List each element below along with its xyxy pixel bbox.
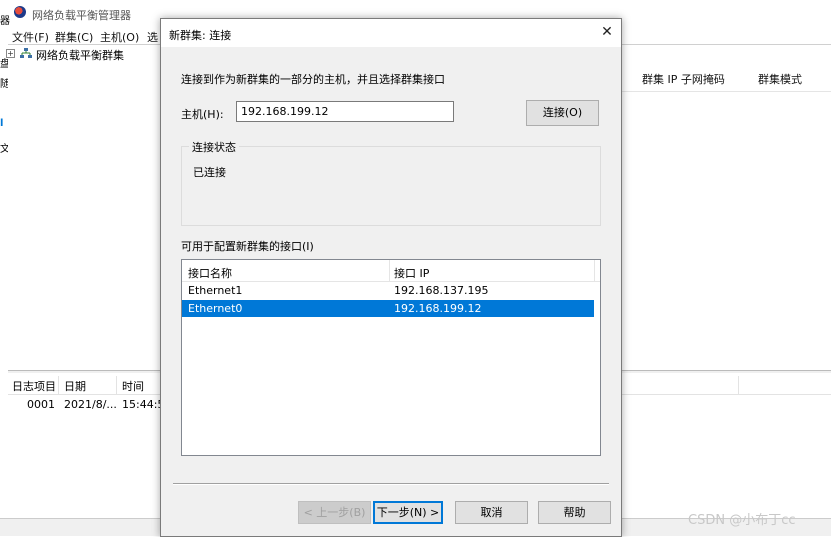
interface-row-ethernet0[interactable]: Ethernet0 192.168.199.12 — [182, 300, 594, 317]
menu-options[interactable]: 选 — [147, 29, 158, 45]
tree-root-label[interactable]: 网络负载平衡群集 — [36, 47, 124, 63]
cluster-details-pane — [620, 44, 831, 371]
help-button[interactable]: 帮助 — [538, 501, 611, 524]
left-edge-glyph: 器 — [0, 16, 10, 27]
new-cluster-connect-dialog: 新群集: 连接 ✕ 连接到作为新群集的一部分的主机，并且选择群集接口 主机(H)… — [160, 18, 622, 537]
interfaces-label: 可用于配置新群集的接口(I) — [181, 240, 314, 253]
log-col-entry[interactable]: 日志项目 — [12, 378, 56, 394]
dialog-title: 新群集: 连接 — [169, 29, 232, 42]
dialog-titlebar: 新群集: 连接 ✕ — [161, 19, 621, 47]
column-separator[interactable] — [389, 260, 390, 281]
next-button[interactable]: 下一步(N) > — [373, 501, 443, 524]
log-row-id[interactable]: 0001 — [27, 398, 55, 411]
host-label: 主机(H): — [181, 108, 224, 121]
col-cluster-subnet[interactable]: 群集 IP 子网掩码 — [642, 71, 725, 87]
cancel-button[interactable]: 取消 — [455, 501, 528, 524]
interfaces-header: 接口名称 接口 IP — [182, 260, 600, 282]
col-interface-ip[interactable]: 接口 IP — [394, 265, 429, 281]
dialog-button-separator — [173, 483, 609, 485]
dialog-instruction: 连接到作为新群集的一部分的主机，并且选择群集接口 — [181, 73, 445, 86]
tree-expand-icon[interactable]: + — [6, 49, 15, 58]
log-col-time[interactable]: 时间 — [122, 378, 144, 394]
back-button[interactable]: < 上一步(B) — [298, 501, 371, 524]
network-cluster-icon — [20, 48, 32, 58]
col-interface-name[interactable]: 接口名称 — [188, 265, 232, 281]
interface-row-ethernet1[interactable]: Ethernet1 192.168.137.195 — [182, 282, 594, 299]
log-col-sep — [738, 376, 739, 394]
interface-name: Ethernet1 — [188, 284, 243, 297]
interface-ip: 192.168.137.195 — [394, 284, 489, 297]
bg-window-title: 网络负载平衡管理器 — [32, 9, 131, 22]
interface-name: Ethernet0 — [188, 302, 243, 315]
host-input[interactable] — [236, 101, 454, 122]
menu-host[interactable]: 主机(O) — [100, 29, 139, 45]
log-col-sep — [58, 376, 59, 394]
connection-status-label: 连接状态 — [189, 139, 239, 155]
left-edge-strip: 器 盘 随 l 文 — [0, 0, 10, 522]
left-edge-glyph: l — [0, 118, 4, 129]
close-icon[interactable]: ✕ — [599, 24, 615, 40]
column-separator[interactable] — [594, 260, 595, 281]
cluster-tree-pane — [8, 44, 162, 371]
connection-status-text: 已连接 — [193, 166, 226, 179]
connection-status-group — [181, 146, 601, 226]
csdn-watermark: CSDN @小布丁cc — [688, 513, 796, 528]
menu-cluster[interactable]: 群集(C) — [55, 29, 93, 45]
log-col-sep — [116, 376, 117, 394]
log-col-date[interactable]: 日期 — [64, 378, 86, 394]
interfaces-listview[interactable]: 接口名称 接口 IP Ethernet1 192.168.137.195 Eth… — [181, 259, 601, 456]
nlb-app-icon — [14, 6, 26, 18]
interface-ip: 192.168.199.12 — [394, 302, 482, 315]
connect-button[interactable]: 连接(O) — [526, 100, 599, 126]
log-row-date[interactable]: 2021/8/... — [64, 398, 117, 411]
col-cluster-mode[interactable]: 群集模式 — [758, 71, 802, 87]
menu-file[interactable]: 文件(F) — [12, 29, 49, 45]
header-divider — [620, 91, 831, 92]
